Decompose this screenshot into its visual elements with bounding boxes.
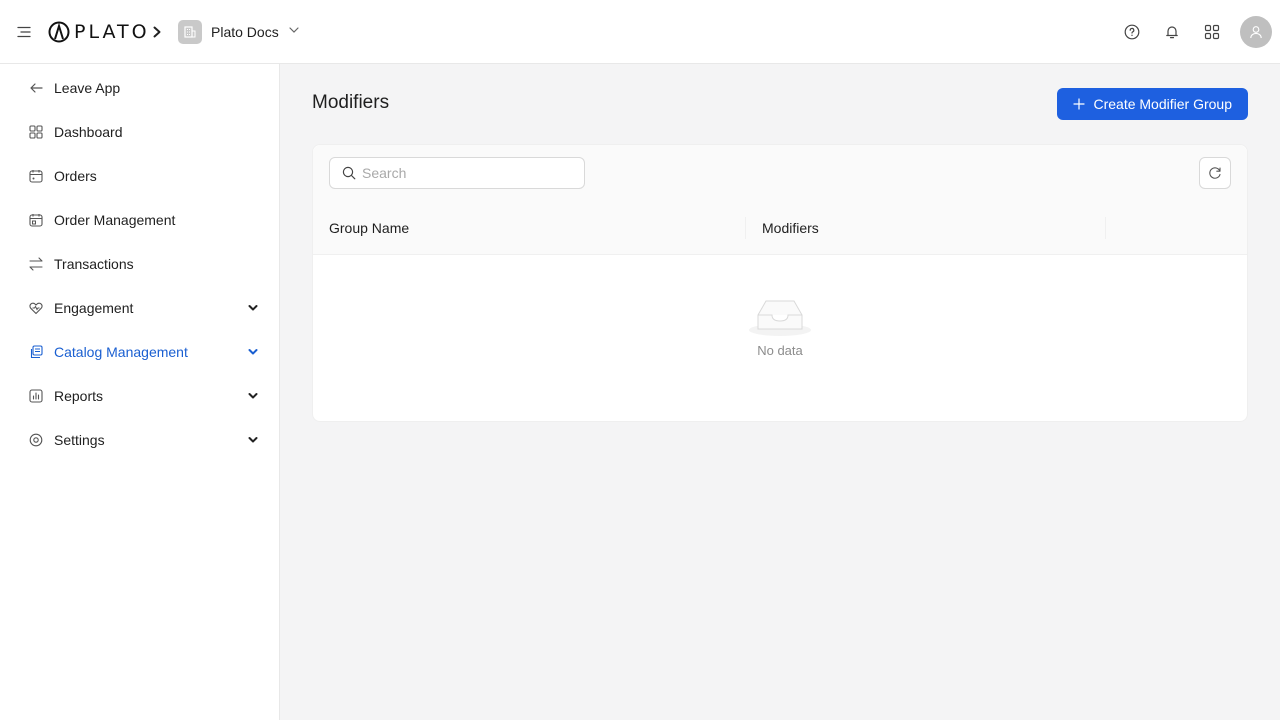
chevron-down-icon [247, 346, 259, 358]
sidebar-item-label: Transactions [54, 256, 134, 272]
order-management-icon [28, 212, 44, 228]
create-modifier-group-button[interactable]: Create Modifier Group [1057, 88, 1248, 120]
sidebar-item-dashboard[interactable]: Dashboard [0, 110, 279, 154]
page-title: Modifiers [312, 92, 390, 113]
help-icon[interactable] [1120, 16, 1144, 48]
apps-grid-icon[interactable] [1200, 16, 1224, 48]
sidebar-item-label: Catalog Management [54, 344, 188, 360]
catalog-icon [28, 344, 44, 360]
top-actions [1120, 16, 1272, 48]
modifiers-table-card: Group Name Modifiers No data [312, 144, 1248, 422]
orders-icon [28, 168, 44, 184]
empty-state: No data [313, 295, 1247, 358]
settings-icon [28, 432, 44, 448]
search-icon [342, 166, 356, 180]
sidebar-item-label: Reports [54, 388, 104, 404]
sidebar-item-label: Engagement [54, 300, 134, 316]
dashboard-icon [28, 124, 44, 140]
chevron-right-icon [152, 22, 166, 42]
main-content: Modifiers Create Modifier Group Group Na… [280, 64, 1280, 720]
sidebar-item-engagement[interactable]: Engagement [0, 286, 279, 330]
arrow-left-icon [28, 80, 44, 96]
sidebar-item-settings[interactable]: Settings [0, 418, 279, 462]
user-icon [1250, 26, 1262, 39]
sidebar-item-label: Orders [54, 168, 97, 184]
search-box[interactable] [329, 157, 585, 189]
top-bar: PLATO Plato Docs [0, 0, 1280, 64]
sidebar-item-label: Dashboard [54, 124, 123, 140]
sidebar-item-transactions[interactable]: Transactions [0, 242, 279, 286]
plato-logo-mark-icon [48, 21, 70, 43]
sidebar-item-orders[interactable]: Orders [0, 154, 279, 198]
building-icon [178, 20, 202, 44]
bell-icon[interactable] [1160, 16, 1184, 48]
plus-icon [1073, 98, 1086, 110]
logo-text: PLATO [74, 21, 150, 43]
search-input[interactable] [362, 165, 562, 181]
sidebar-item-catalog-management[interactable]: Catalog Management [0, 330, 279, 374]
empty-inbox-icon [749, 300, 811, 336]
chevron-down-icon [288, 23, 300, 41]
chevron-down-icon [247, 390, 259, 402]
chevron-down-icon [247, 302, 259, 314]
sidebar-item-label: Leave App [54, 80, 121, 96]
create-button-label: Create Modifier Group [1093, 96, 1232, 112]
menu-toggle-icon[interactable] [14, 22, 34, 42]
column-header-group-name[interactable]: Group Name [313, 201, 746, 254]
sidebar-item-leave-app[interactable]: Leave App [0, 66, 279, 110]
sidebar-item-label: Order Management [54, 212, 176, 228]
user-avatar[interactable] [1240, 16, 1272, 48]
refresh-button[interactable] [1199, 157, 1231, 189]
workspace-switcher[interactable]: Plato Docs [178, 19, 300, 45]
sidebar-item-label: Settings [54, 432, 105, 448]
table-toolbar [313, 145, 1247, 201]
column-header-actions [1106, 201, 1247, 254]
plato-logo[interactable]: PLATO [48, 20, 150, 44]
chevron-down-icon [247, 434, 259, 446]
transactions-icon [28, 256, 44, 272]
empty-state-text: No data [757, 343, 803, 358]
column-header-modifiers[interactable]: Modifiers [746, 201, 1106, 254]
reports-icon [28, 388, 44, 404]
sidebar: Leave App Dashboard Orders Order Managem… [0, 64, 280, 720]
heart-icon [28, 300, 44, 316]
workspace-name: Plato Docs [211, 24, 279, 40]
table-header: Group Name Modifiers [313, 201, 1247, 255]
sidebar-item-order-management[interactable]: Order Management [0, 198, 279, 242]
refresh-icon [1209, 167, 1221, 179]
sidebar-item-reports[interactable]: Reports [0, 374, 279, 418]
